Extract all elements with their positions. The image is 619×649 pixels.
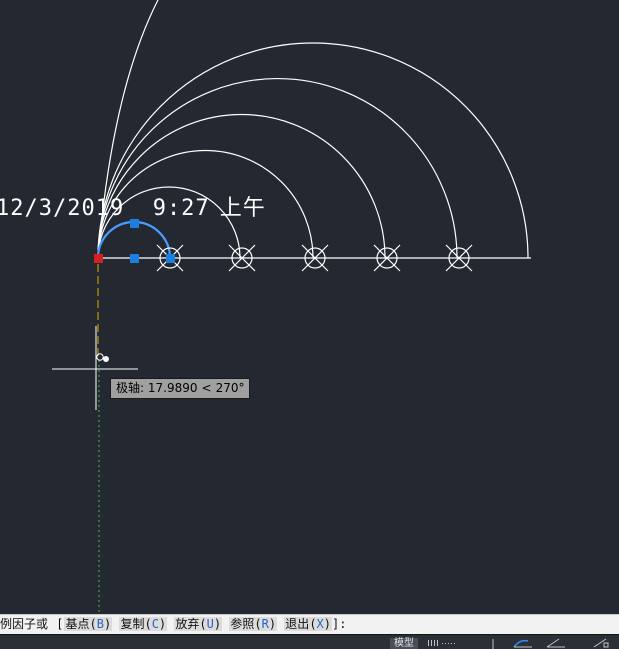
option-base-point[interactable]: 基点(B) xyxy=(64,617,113,631)
polar-icon[interactable] xyxy=(512,637,534,649)
angle-icon[interactable] xyxy=(545,637,569,649)
mtext-date: 12/3/2019 9:27 xyxy=(0,196,210,221)
option-undo[interactable]: 放弃(U) xyxy=(174,617,223,631)
arc-5[interactable] xyxy=(97,42,529,259)
tooltip-label: 极轴: xyxy=(116,381,145,395)
option-key: C xyxy=(151,617,159,631)
autocad-window: 12/3/2019 9:27 上午 极轴: 17.9890 <270° 例因子或 [… xyxy=(0,0,619,649)
polar-tooltip: 极轴: 17.9890 <270° xyxy=(110,378,251,399)
model-tab[interactable]: 模型 xyxy=(390,638,418,649)
grip-center[interactable] xyxy=(130,254,139,263)
grip-base-point[interactable] xyxy=(94,254,103,263)
status-bar: 模型 xyxy=(0,634,619,649)
drawing-canvas[interactable]: 12/3/2019 9:27 上午 极轴: 17.9890 <270° xyxy=(0,0,619,614)
option-label: 参照 xyxy=(230,617,255,631)
mtext-ampm: 上午 xyxy=(219,196,266,221)
option-key: X xyxy=(316,617,324,631)
option-reference[interactable]: 参照(R) xyxy=(229,617,278,631)
option-exit[interactable]: 退出(X) xyxy=(284,617,333,631)
command-open-bracket: [ xyxy=(56,617,64,631)
option-key: R xyxy=(261,617,269,631)
ortho-icon[interactable] xyxy=(486,637,500,649)
option-label: 基点 xyxy=(65,617,90,631)
option-label: 复制 xyxy=(120,617,145,631)
tooltip-distance: 17.9890 xyxy=(147,381,198,395)
command-line[interactable]: 例因子或 [基点(B) 复制(C) 放弃(U) 参照(R) 退出(X)]: xyxy=(0,614,619,634)
arc-3[interactable] xyxy=(97,113,386,259)
tooltip-symbol: < xyxy=(201,381,212,395)
option-copy[interactable]: 复制(C) xyxy=(119,617,168,631)
drawing-svg[interactable] xyxy=(0,0,619,614)
mtext-datetime[interactable]: 12/3/2019 9:27 上午 xyxy=(0,190,266,222)
command-close-bracket: ]: xyxy=(332,617,347,631)
grip-end[interactable] xyxy=(166,254,175,263)
tooltip-angle: 270° xyxy=(215,381,245,395)
grid-icon[interactable] xyxy=(428,637,464,649)
option-label: 放弃 xyxy=(175,617,200,631)
option-key: B xyxy=(96,617,104,631)
option-key: U xyxy=(206,617,214,631)
arc-4[interactable] xyxy=(97,77,458,259)
snap-icon[interactable] xyxy=(592,637,612,649)
command-prefix: 例因子或 xyxy=(0,617,49,631)
option-label: 退出 xyxy=(285,617,310,631)
